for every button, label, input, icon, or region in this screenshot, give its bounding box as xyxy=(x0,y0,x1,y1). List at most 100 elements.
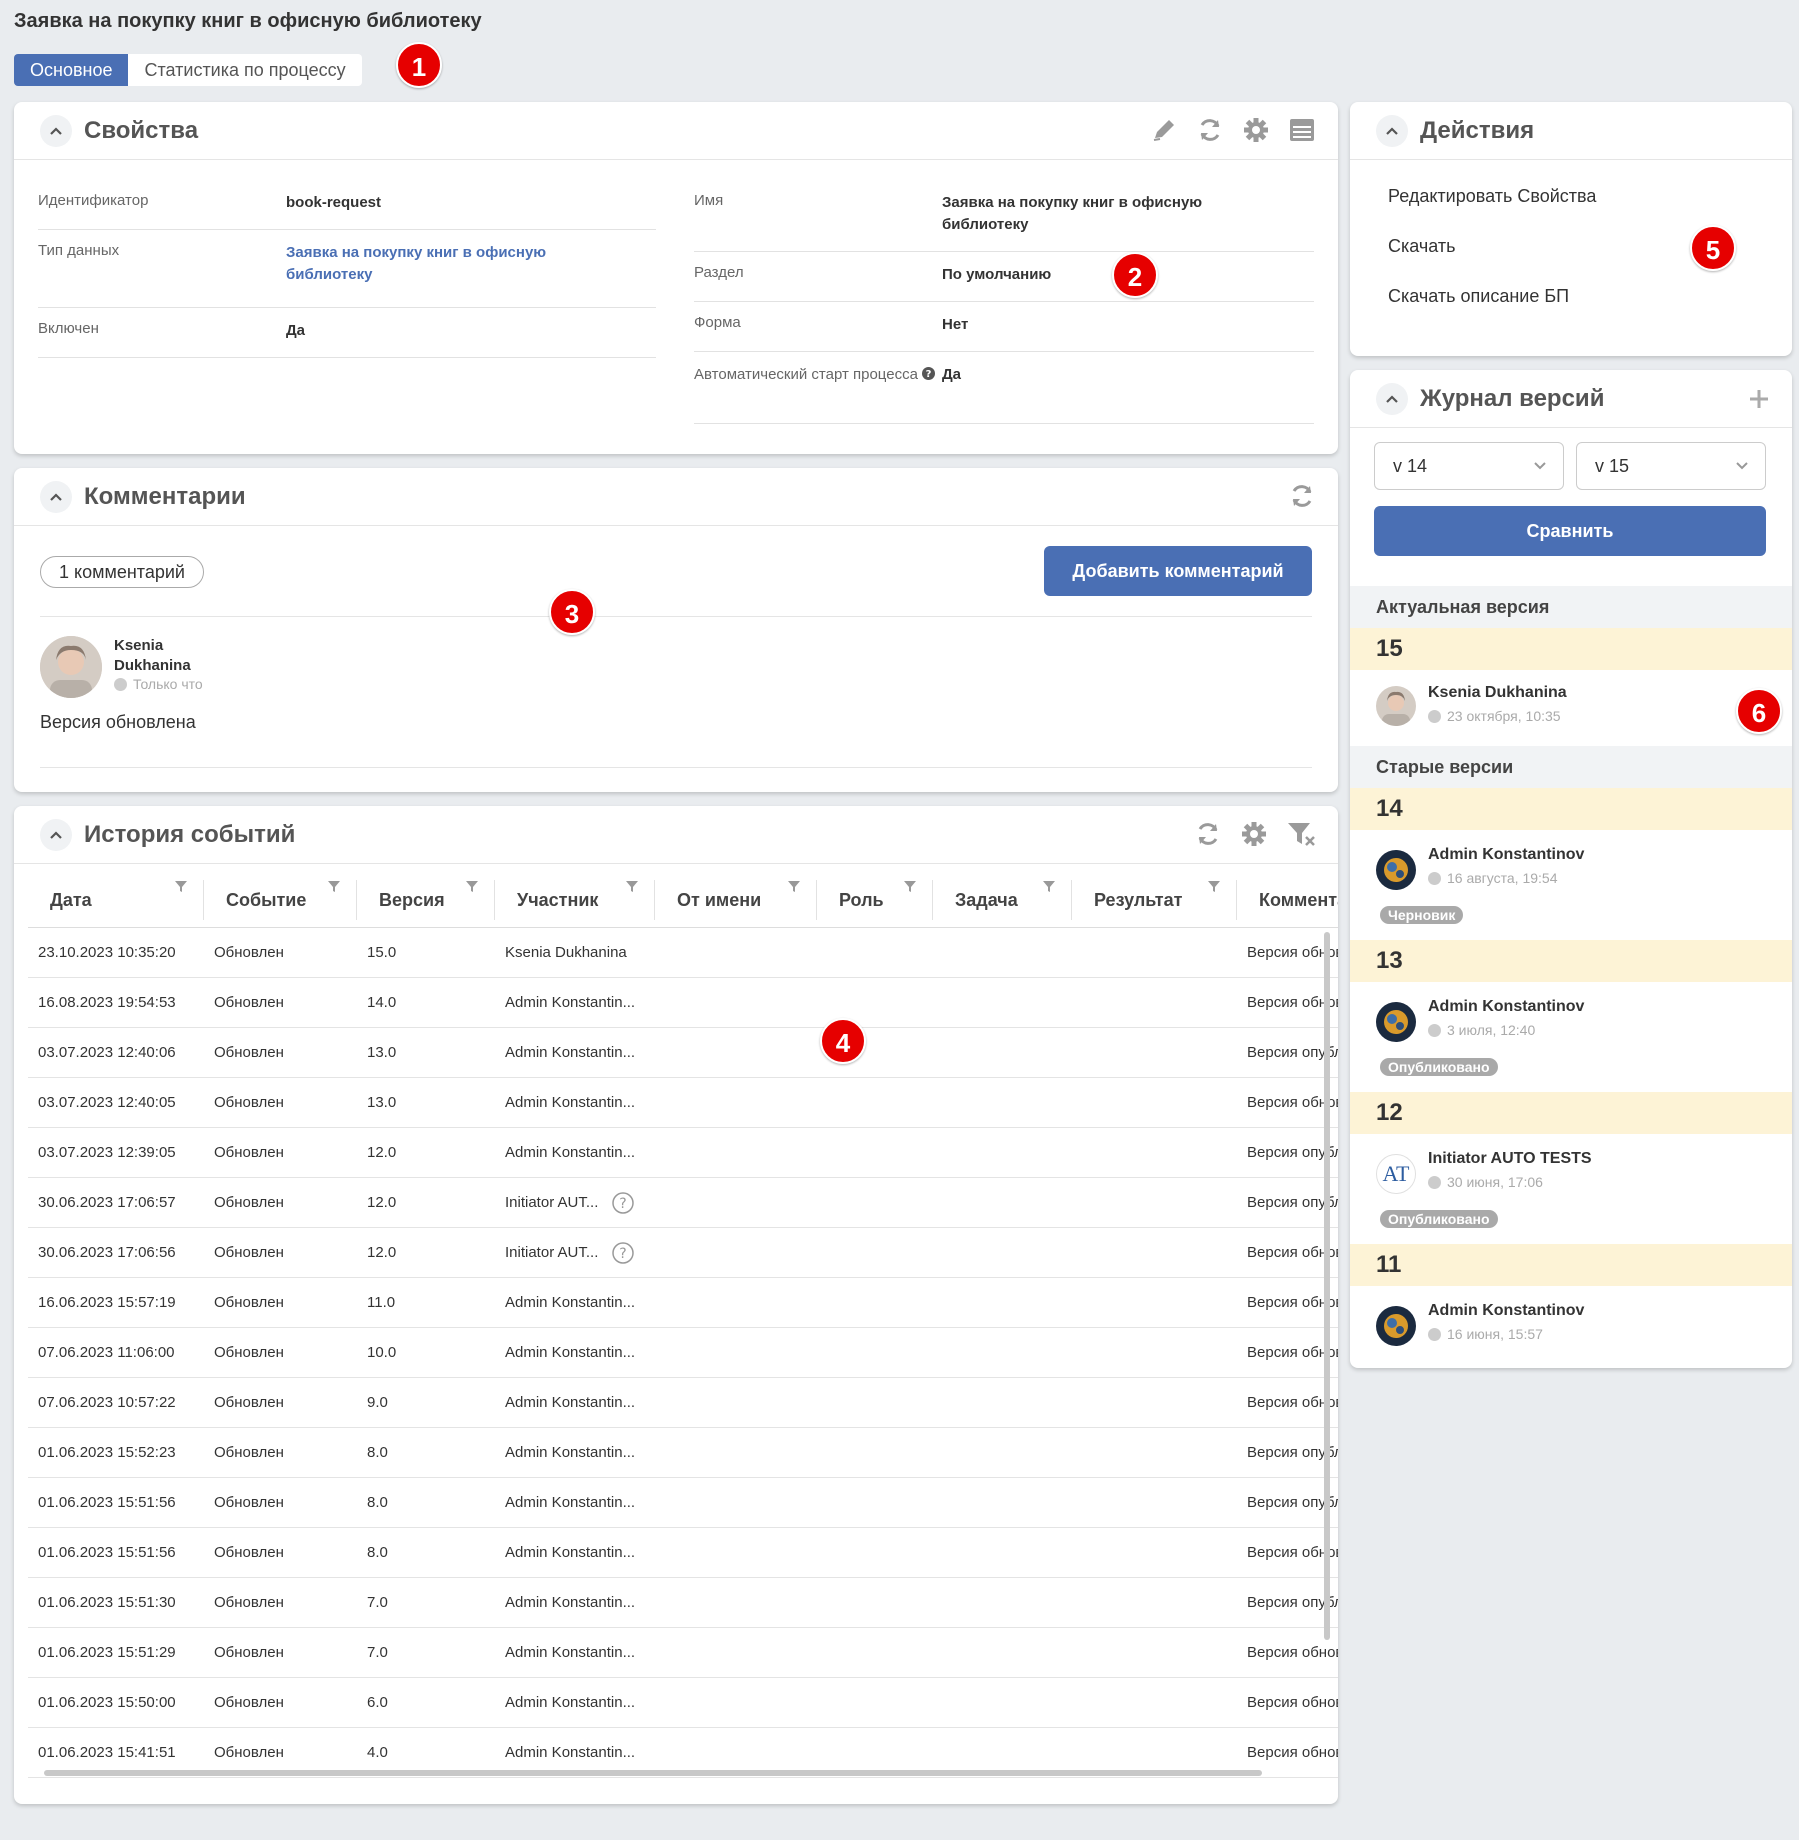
date-cell: 07.06.2023 10:57:22 xyxy=(38,1394,176,1411)
property-label: Форма xyxy=(694,314,741,331)
filter-icon[interactable] xyxy=(1208,880,1220,892)
version-entry[interactable]: AT Initiator AUTO TESTS 30 июня, 17:06 Опуб… xyxy=(1350,1134,1792,1244)
gear-icon[interactable] xyxy=(1242,116,1270,144)
version-author: Admin Konstantinov xyxy=(1428,1302,1585,1319)
help-circle-icon[interactable]: ? xyxy=(612,1241,635,1264)
participant-cell: Admin Konstantin... xyxy=(505,1494,636,1511)
participant-cell: Initiator AUT...? xyxy=(495,1241,655,1264)
filter-icon[interactable] xyxy=(788,880,800,892)
comment-cell: Версия опубликована xyxy=(1247,1044,1338,1061)
gear-icon[interactable] xyxy=(1240,820,1268,848)
version-entry[interactable]: Admin Konstantinov 16 июня, 15:57 xyxy=(1350,1286,1792,1346)
table-row[interactable]: 01.06.2023 15:50:00 Обновлен 6.0 Admin Kons… xyxy=(28,1678,1338,1728)
column-header-comment[interactable]: Комментарий xyxy=(1237,880,1338,920)
data-type-link[interactable]: Заявка на покупку книг в офисную библиот… xyxy=(286,242,586,295)
question-icon[interactable]: ? xyxy=(922,367,936,380)
date-cell: 07.06.2023 11:06:00 xyxy=(38,1344,175,1361)
column-header-on-behalf[interactable]: От имени xyxy=(655,879,817,920)
participant-cell: Admin Konstantin... xyxy=(505,1694,636,1711)
column-header-task[interactable]: Задача xyxy=(933,879,1072,920)
version-number[interactable]: 13 xyxy=(1350,940,1792,982)
version-time: 3 июля, 12:40 xyxy=(1428,1022,1535,1038)
version-cell: 8.0 xyxy=(367,1494,388,1511)
date-cell: 16.08.2023 19:54:53 xyxy=(38,994,176,1011)
collapse-button[interactable] xyxy=(1376,114,1408,147)
comment-cell: Версия обновлена xyxy=(1247,944,1338,961)
filter-icon[interactable] xyxy=(466,880,478,892)
vertical-scrollbar[interactable] xyxy=(1324,932,1330,1640)
version-number[interactable]: 11 xyxy=(1350,1244,1792,1286)
clear-filter-icon[interactable] xyxy=(1286,820,1316,848)
filter-icon[interactable] xyxy=(904,880,916,892)
column-header-result[interactable]: Результат xyxy=(1072,879,1237,920)
table-row[interactable]: 07.06.2023 10:57:22 Обновлен 9.0 Admin Kons… xyxy=(28,1378,1338,1428)
pencil-icon[interactable] xyxy=(1150,116,1178,144)
compare-button[interactable]: Сравнить xyxy=(1374,506,1766,556)
add-comment-button[interactable]: Добавить комментарий xyxy=(1044,546,1312,596)
action-download-bp-description[interactable]: Скачать описание БП xyxy=(1388,286,1569,307)
version-entry[interactable]: Admin Konstantinov 16 августа, 19:54 Черно… xyxy=(1350,830,1792,940)
date-cell: 16.06.2023 15:57:19 xyxy=(38,1294,176,1311)
column-header-date[interactable]: Дата xyxy=(28,879,204,920)
tab-main[interactable]: Основное xyxy=(14,54,129,86)
version-number[interactable]: 12 xyxy=(1350,1092,1792,1134)
collapse-button[interactable] xyxy=(40,818,72,851)
column-header-role[interactable]: Роль xyxy=(817,879,933,920)
table-row[interactable]: 01.06.2023 15:51:56 Обновлен 8.0 Admin Kons… xyxy=(28,1528,1338,1578)
table-row[interactable]: 01.06.2023 15:52:23 Обновлен 8.0 Admin Kons… xyxy=(28,1428,1338,1478)
table-row[interactable]: 03.07.2023 12:40:05 Обновлен 13.0 Admin Kon… xyxy=(28,1078,1338,1128)
filter-icon[interactable] xyxy=(328,880,340,892)
column-header-version[interactable]: Версия xyxy=(357,879,495,920)
date-cell: 03.07.2023 12:39:05 xyxy=(38,1144,176,1161)
version-entry[interactable]: Admin Konstantinov 3 июля, 12:40 Опубликов… xyxy=(1350,982,1792,1092)
collapse-button[interactable] xyxy=(40,114,72,147)
chevron-up-icon xyxy=(1386,126,1398,135)
comment-cell: Версия обновлена xyxy=(1247,1244,1338,1261)
help-circle-icon[interactable]: ? xyxy=(612,1191,635,1214)
plus-icon[interactable] xyxy=(1748,388,1770,410)
column-header-participant[interactable]: Участник xyxy=(495,879,655,920)
column-header-event[interactable]: Событие xyxy=(204,879,357,920)
table-row[interactable]: 03.07.2023 12:40:06 Обновлен 13.0 Admin Kon… xyxy=(28,1028,1338,1078)
filter-icon[interactable] xyxy=(1043,880,1055,892)
version-select-left[interactable]: v 14 xyxy=(1374,442,1564,490)
property-row: Тип данных Заявка на покупку книг в офис… xyxy=(38,230,656,308)
version-log-card: Журнал версий v 14 v 15 Сравнить Актуаль… xyxy=(1350,370,1792,1368)
collapse-button[interactable] xyxy=(1376,382,1408,415)
collapse-button[interactable] xyxy=(40,480,72,513)
table-row[interactable]: 23.10.2023 10:35:20 Обновлен 15.0 Ksenia Du… xyxy=(28,928,1338,978)
history-title: История событий xyxy=(84,820,296,848)
event-cell: Обновлен xyxy=(214,1044,284,1061)
table-row[interactable]: 16.06.2023 15:57:19 Обновлен 11.0 Admin Kon… xyxy=(28,1278,1338,1328)
version-number[interactable]: 15 xyxy=(1350,628,1792,670)
filter-icon[interactable] xyxy=(626,880,638,892)
action-download[interactable]: Скачать xyxy=(1388,236,1456,257)
version-entry[interactable]: Ksenia Dukhanina 23 октября, 10:35 xyxy=(1350,670,1792,746)
horizontal-scrollbar[interactable] xyxy=(44,1770,1262,1776)
refresh-icon[interactable] xyxy=(1288,482,1316,510)
table-row[interactable]: 16.08.2023 19:54:53 Обновлен 14.0 Admin Kon… xyxy=(28,978,1338,1028)
author-first-name: Ksenia xyxy=(114,637,164,654)
table-row[interactable]: 01.06.2023 15:51:29 Обновлен 7.0 Admin Kons… xyxy=(28,1628,1338,1678)
refresh-icon[interactable] xyxy=(1194,820,1222,848)
version-time-text: 3 июля, 12:40 xyxy=(1447,1022,1536,1038)
table-row[interactable]: 01.06.2023 15:51:30 Обновлен 7.0 Admin Kons… xyxy=(28,1578,1338,1628)
filter-icon[interactable] xyxy=(175,880,187,892)
table-row[interactable]: 01.06.2023 15:51:56 Обновлен 8.0 Admin Kons… xyxy=(28,1478,1338,1528)
tab-process-stats[interactable]: Статистика по процессу xyxy=(128,54,362,86)
properties-right-column: Имя Заявка на покупку книг в офисную биб… xyxy=(694,180,1314,424)
divider xyxy=(40,616,1312,617)
table-row[interactable]: 03.07.2023 12:39:05 Обновлен 12.0 Admin Kon… xyxy=(28,1128,1338,1178)
table-row[interactable]: 30.06.2023 17:06:56 Обновлен 12.0 Initiator… xyxy=(28,1228,1338,1278)
list-icon[interactable] xyxy=(1288,116,1316,144)
participant-cell: Admin Konstantin... xyxy=(505,1594,636,1611)
version-number[interactable]: 14 xyxy=(1350,788,1792,830)
table-row[interactable]: 07.06.2023 11:06:00 Обновлен 10.0 Admin Kon… xyxy=(28,1328,1338,1378)
chevron-down-icon xyxy=(1534,462,1546,470)
clock-icon xyxy=(1428,1175,1441,1189)
refresh-icon[interactable] xyxy=(1196,116,1224,144)
version-select-right[interactable]: v 15 xyxy=(1576,442,1766,490)
action-edit-properties[interactable]: Редактировать Свойства xyxy=(1388,186,1596,207)
table-row[interactable]: 30.06.2023 17:06:57 Обновлен 12.0 Initiator… xyxy=(28,1178,1338,1228)
version-cell: 15.0 xyxy=(367,944,397,961)
